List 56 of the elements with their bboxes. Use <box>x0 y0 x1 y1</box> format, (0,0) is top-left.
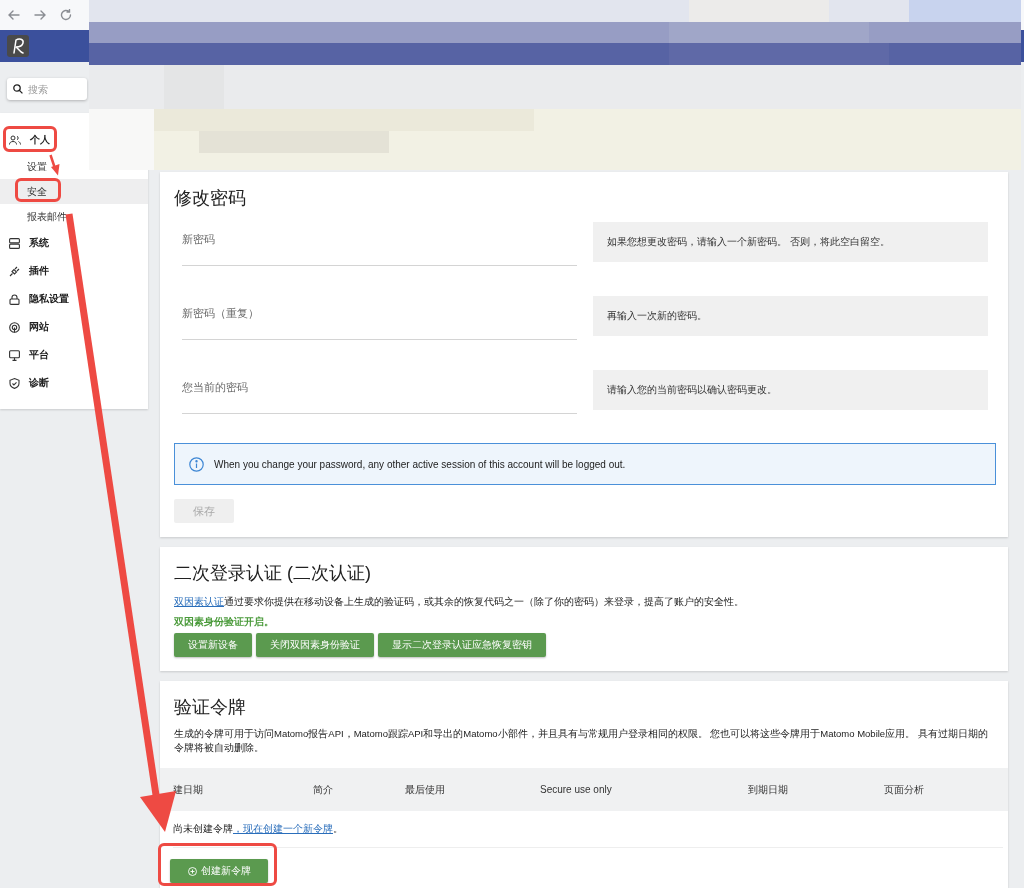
section-title: 修改密码 <box>174 187 247 210</box>
help-text: 如果您想更改密码，请输入一个新密码。 否则，将此空白留空。 <box>593 222 988 262</box>
description-text: 生成的令牌可用于访问Matomo报告API，Matomo跟踪API和导出的Matomo小部件，并且具有与常规用户登录相同的权限。 您也可以将这些令牌用于Matomo Mobile应用。 具有过期日期的令牌将被自动删除。 <box>174 727 989 755</box>
sidebar-label: 个人 <box>30 133 50 147</box>
search-field[interactable]: 搜索 <box>28 83 78 95</box>
users-icon <box>9 135 21 145</box>
link[interactable]: 双因素认证 <box>174 596 224 607</box>
broadcast-icon <box>9 321 20 333</box>
sidebar-subitem[interactable]: 报表邮件 <box>0 204 67 229</box>
arrow <box>49 154 61 176</box>
sidebar-item[interactable]: 系统 <box>0 229 55 257</box>
sidebar-label: 系统 <box>29 236 49 250</box>
description-text: 双因素认证通过要求你提供在移动设备上生成的验证码，或其余的恢复代码之一（除了你的密码）来登录，提高了账户的安全性。 <box>174 595 745 609</box>
section-title: 二次登录认证 (二次认证) <box>174 562 372 585</box>
sidebar-label: 隐私设置 <box>29 292 69 306</box>
search-icon <box>13 84 23 94</box>
password-field[interactable]: 新密码 <box>182 222 577 266</box>
shield-icon <box>9 377 20 389</box>
sidebar-item[interactable]: 个人 <box>0 126 56 154</box>
back-icon[interactable] <box>8 9 20 21</box>
password-field[interactable]: 新密码（重复） <box>182 296 577 340</box>
info-icon <box>189 456 204 472</box>
password-field[interactable]: 您当前的密码 <box>182 370 577 414</box>
sidebar-subitem[interactable]: 安全 <box>0 179 148 204</box>
sidebar-item[interactable]: 诊断 <box>0 369 55 397</box>
sidebar-item[interactable]: 隐私设置 <box>0 285 75 313</box>
status-text: 双因素身份验证开启。 <box>174 615 275 629</box>
highlight-box <box>3 126 57 152</box>
search-bar[interactable]: 搜索 <box>7 78 87 100</box>
sidebar-label: 平台 <box>29 348 49 362</box>
notice-text: When you change your password, any other active session of this account will be logged out. <box>214 458 626 470</box>
link[interactable]: ，现在创建一个新令牌 <box>233 823 333 834</box>
sidebar-subitem[interactable]: 设置 <box>0 154 47 179</box>
monitor-icon <box>9 349 20 361</box>
sidebar-label: 诊断 <box>29 376 49 390</box>
plug-icon <box>9 265 20 277</box>
column-header: 最后使用 <box>405 782 446 797</box>
logo-icon[interactable] <box>7 35 29 57</box>
server-icon <box>9 237 20 249</box>
help-text: 请输入您的当前密码以确认密码更改。 <box>593 370 988 410</box>
sidebar-label: 网站 <box>29 320 49 334</box>
section-title: 验证令牌 <box>174 696 247 719</box>
reload-icon[interactable] <box>60 9 72 21</box>
forward-icon[interactable] <box>34 9 46 21</box>
lock-icon <box>9 293 20 305</box>
sidebar-item[interactable]: 插件 <box>0 257 55 285</box>
column-header: 到期日期 <box>748 782 789 797</box>
column-header: 页面分析 <box>884 782 925 797</box>
help-text: 再输入一次新的密码。 <box>593 296 988 336</box>
sidebar-item[interactable]: 网站 <box>0 313 55 341</box>
highlight-box <box>15 178 61 202</box>
column-header: Secure use only <box>540 784 613 795</box>
sidebar-label: 插件 <box>29 264 49 278</box>
sidebar-item[interactable]: 平台 <box>0 341 55 369</box>
plus-circle-icon <box>187 866 197 876</box>
column-header: 简介 <box>313 782 334 797</box>
